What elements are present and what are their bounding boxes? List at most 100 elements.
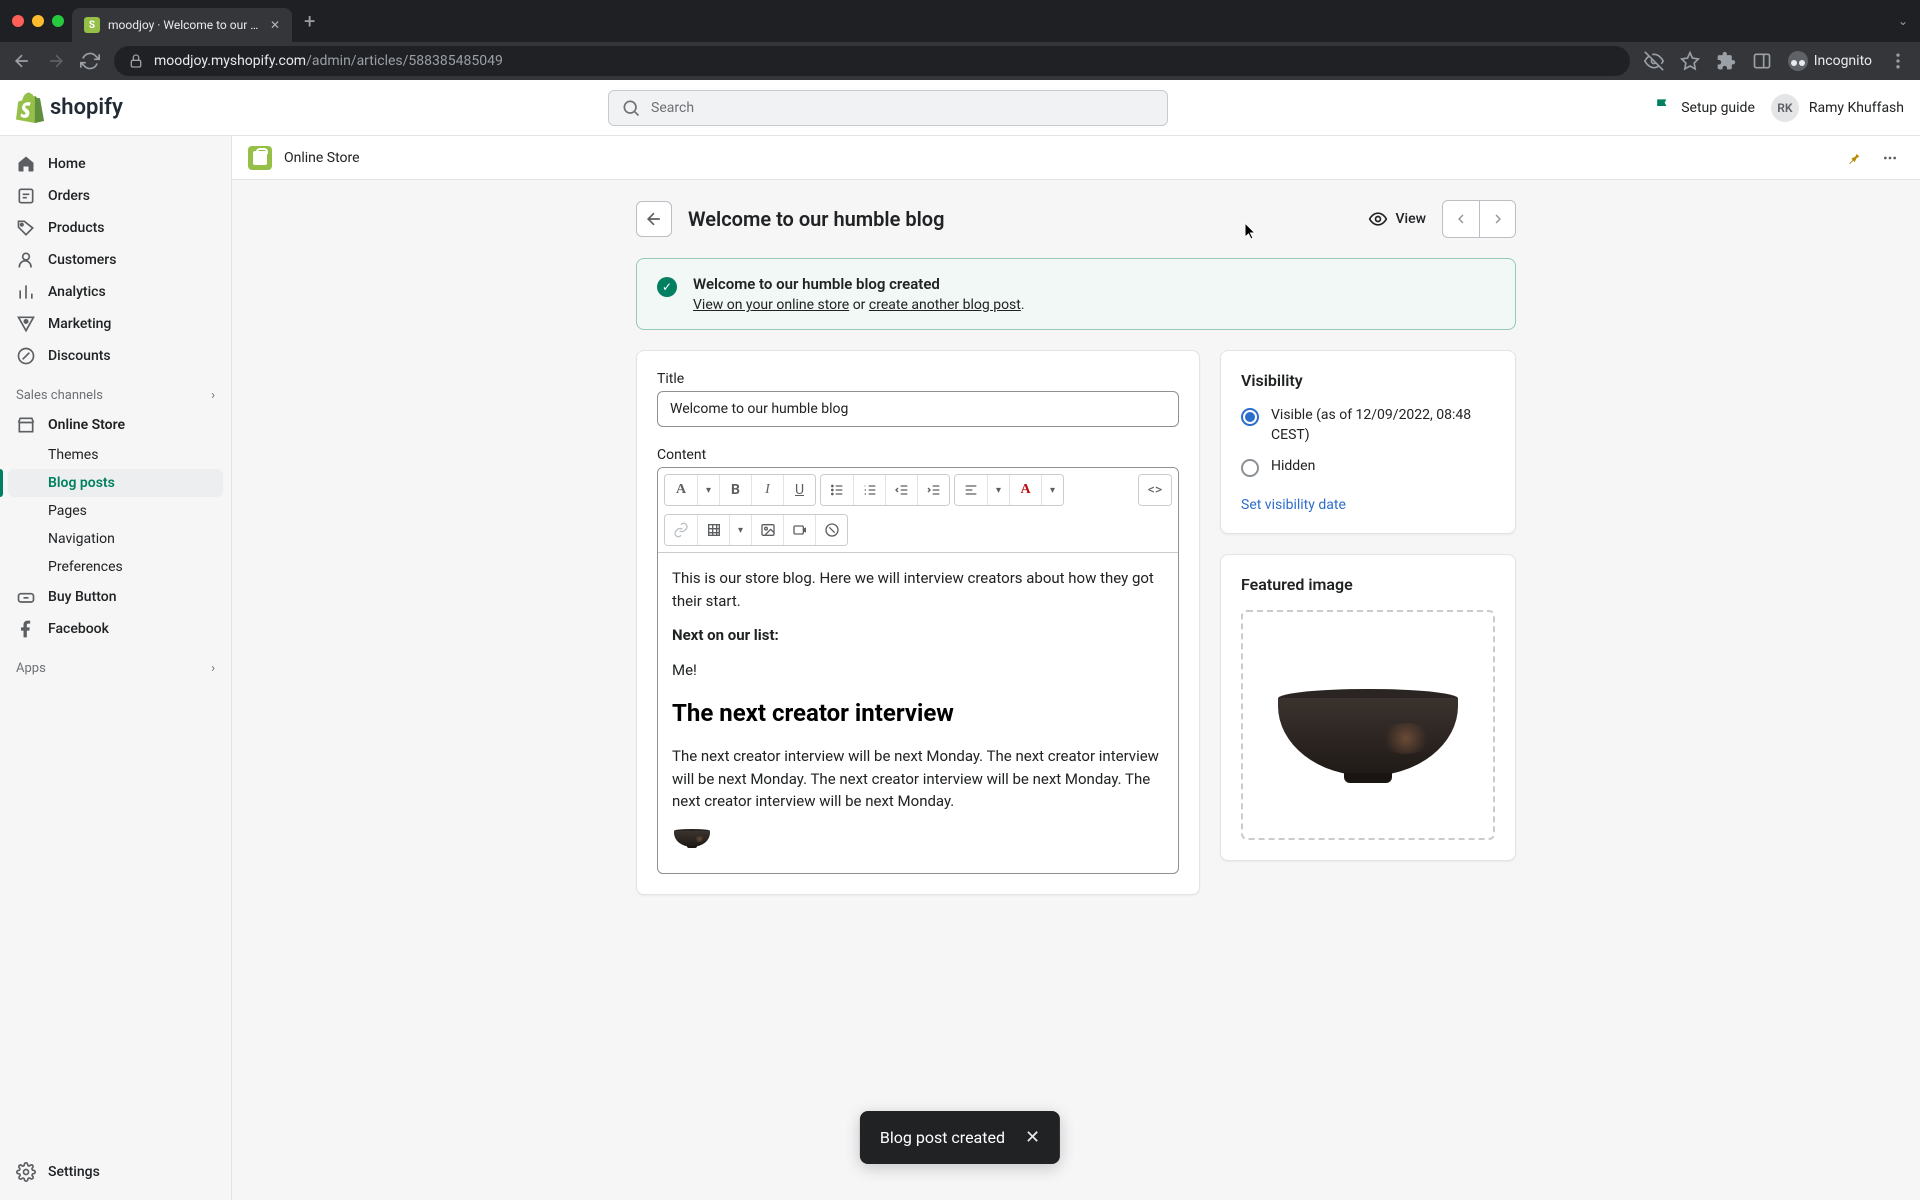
editor-card: Title Content A ▾ B (636, 350, 1200, 895)
chevron-right-icon: › (211, 661, 215, 676)
view-button[interactable]: View (1368, 209, 1427, 229)
format-button[interactable]: A (665, 475, 697, 505)
rte-strong-text: Next on our list: (672, 626, 779, 644)
gear-icon (16, 1162, 36, 1182)
indent-button[interactable] (917, 475, 949, 505)
breadcrumb: Online Store (284, 150, 360, 166)
visibility-visible-option[interactable]: Visible (as of 12/09/2022, 08:48 CEST) (1241, 406, 1495, 445)
search-input[interactable]: Search (608, 90, 1168, 126)
featured-image-dropzone[interactable] (1241, 610, 1495, 840)
sidebar-item-analytics[interactable]: Analytics (8, 276, 223, 308)
sidebar-item-home[interactable]: Home (8, 148, 223, 180)
brand-name: shopify (50, 95, 123, 120)
online-store-icon (248, 146, 272, 170)
visibility-hidden-option[interactable]: Hidden (1241, 457, 1495, 477)
setup-guide-button[interactable]: Setup guide (1653, 96, 1755, 120)
window-close-icon[interactable] (12, 15, 24, 27)
sidebar-item-marketing[interactable]: Marketing (8, 308, 223, 340)
tabs-overflow-icon[interactable]: ⌄ (1898, 14, 1908, 28)
sidebar-item-navigation[interactable]: Navigation (8, 525, 223, 553)
browser-menu-icon[interactable] (1888, 51, 1908, 71)
view-store-link[interactable]: View on your online store (693, 297, 849, 313)
close-tab-icon[interactable]: ✕ (270, 18, 280, 32)
table-button[interactable] (697, 515, 729, 545)
table-dropdown-icon[interactable]: ▾ (729, 515, 751, 545)
back-button[interactable] (636, 201, 672, 237)
rte-content-area[interactable]: This is our store blog. Here we will int… (658, 553, 1178, 873)
sidebar-item-online-store[interactable]: Online Store (8, 409, 223, 441)
text-color-button[interactable]: A (1009, 475, 1041, 505)
featured-image-preview (1268, 665, 1468, 785)
eye-off-icon[interactable] (1644, 51, 1664, 71)
sidebar-item-facebook[interactable]: Facebook (8, 613, 223, 645)
sidebar-item-products[interactable]: Products (8, 212, 223, 244)
sidebar-item-customers[interactable]: Customers (8, 244, 223, 276)
create-another-link[interactable]: create another blog post (869, 297, 1021, 313)
sidebar-item-orders[interactable]: Orders (8, 180, 223, 212)
browser-toolbar: moodjoy.myshopify.com/admin/articles/588… (0, 42, 1920, 80)
search-icon (621, 98, 641, 118)
prev-button[interactable] (1443, 201, 1479, 237)
sidebar-item-themes[interactable]: Themes (8, 441, 223, 469)
pagination-arrows (1442, 200, 1516, 238)
window-minimize-icon[interactable] (32, 15, 44, 27)
bookmark-star-icon[interactable] (1680, 51, 1700, 71)
apps-header[interactable]: Apps › (8, 645, 223, 682)
color-dropdown-icon[interactable]: ▾ (1041, 475, 1063, 505)
view-label: View (1396, 211, 1427, 227)
facebook-icon (16, 619, 36, 639)
sales-channels-header[interactable]: Sales channels › (8, 372, 223, 409)
number-list-button[interactable] (853, 475, 885, 505)
set-visibility-date-link[interactable]: Set visibility date (1241, 497, 1346, 513)
toast-close-button[interactable]: ✕ (1025, 1127, 1040, 1148)
banner-title: Welcome to our humble blog created (693, 275, 1025, 293)
format-dropdown-icon[interactable]: ▾ (697, 475, 719, 505)
link-button[interactable] (665, 515, 697, 545)
browser-tab-strip: S moodjoy · Welcome to our hum ✕ + ⌄ (0, 0, 1920, 42)
title-input[interactable] (657, 391, 1179, 427)
window-maximize-icon[interactable] (52, 15, 64, 27)
marketing-icon (16, 314, 36, 334)
shopify-logo[interactable]: shopify (16, 92, 123, 124)
pin-icon[interactable] (1840, 144, 1868, 172)
browser-back-button[interactable] (12, 51, 32, 71)
next-button[interactable] (1479, 201, 1515, 237)
content-top-bar: Online Store (232, 136, 1920, 180)
featured-image-card: Featured image (1220, 554, 1516, 861)
bold-button[interactable]: B (719, 475, 751, 505)
setup-guide-label: Setup guide (1681, 100, 1755, 116)
bullet-list-button[interactable] (821, 475, 853, 505)
browser-tab[interactable]: S moodjoy · Welcome to our hum ✕ (72, 8, 292, 42)
sidebar-item-blog-posts[interactable]: Blog posts (8, 469, 223, 497)
align-button[interactable] (955, 475, 987, 505)
browser-forward-button[interactable] (46, 51, 66, 71)
store-icon (16, 415, 36, 435)
sidebar-item-settings[interactable]: Settings (8, 1156, 223, 1188)
home-icon (16, 154, 36, 174)
section-label: Sales channels (16, 388, 103, 403)
sidebar-item-buy-button[interactable]: Buy Button (8, 581, 223, 613)
address-bar[interactable]: moodjoy.myshopify.com/admin/articles/588… (114, 46, 1630, 76)
url-host: moodjoy.myshopify.com (154, 53, 306, 69)
italic-button[interactable]: I (751, 475, 783, 505)
outdent-button[interactable] (885, 475, 917, 505)
sidebar-item-preferences[interactable]: Preferences (8, 553, 223, 581)
sidebar-item-pages[interactable]: Pages (8, 497, 223, 525)
sidepanel-icon[interactable] (1752, 51, 1772, 71)
sidebar-item-label: Settings (48, 1164, 100, 1180)
align-dropdown-icon[interactable]: ▾ (987, 475, 1009, 505)
browser-reload-button[interactable] (80, 51, 100, 71)
image-button[interactable] (751, 515, 783, 545)
new-tab-button[interactable]: + (304, 9, 315, 33)
code-view-button[interactable]: <> (1139, 475, 1171, 505)
more-icon[interactable] (1876, 144, 1904, 172)
user-menu[interactable]: RK Ramy Khuffash (1771, 94, 1904, 122)
underline-button[interactable]: U (783, 475, 815, 505)
video-button[interactable] (783, 515, 815, 545)
incognito-badge[interactable]: Incognito (1788, 51, 1872, 71)
extensions-icon[interactable] (1716, 51, 1736, 71)
sidebar-item-discounts[interactable]: Discounts (8, 340, 223, 372)
rte-paragraph: This is our store blog. Here we will int… (672, 567, 1164, 612)
clear-format-button[interactable] (815, 515, 847, 545)
sidebar-item-label: Customers (48, 252, 116, 268)
